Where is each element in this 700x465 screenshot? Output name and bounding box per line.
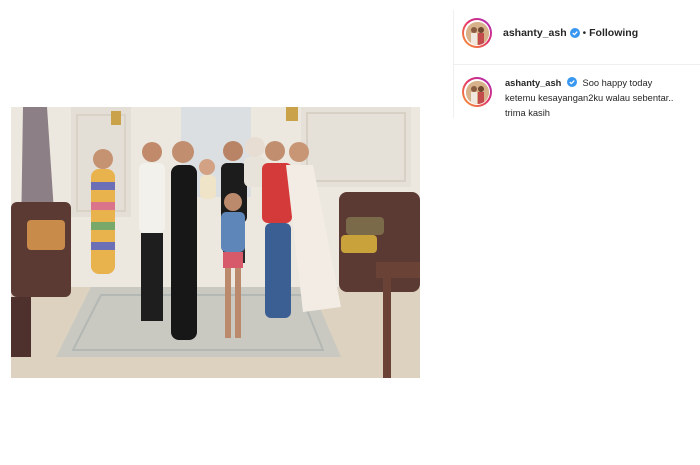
avatar-photo-icon xyxy=(465,21,489,45)
profile-avatar[interactable] xyxy=(462,18,492,48)
post-username[interactable]: ashanty_ash xyxy=(503,27,567,39)
caption-comment: ashanty_ash Soo happy today ketemu kesay… xyxy=(462,76,680,121)
following-button[interactable]: Following xyxy=(589,27,638,39)
verified-badge-icon xyxy=(566,77,577,87)
post-photo[interactable] xyxy=(11,107,420,378)
avatar-image xyxy=(465,21,489,45)
verified-badge-icon xyxy=(569,28,580,38)
header-separator: • xyxy=(582,27,587,39)
caption-text-block: ashanty_ash Soo happy today ketemu kesay… xyxy=(505,76,680,121)
group-photo-image xyxy=(11,107,420,378)
avatar-image xyxy=(465,80,489,104)
caption-avatar[interactable] xyxy=(462,77,492,107)
avatar-photo-icon xyxy=(465,80,489,104)
caption-username[interactable]: ashanty_ash xyxy=(505,78,561,88)
post-header: ashanty_ash • Following xyxy=(462,16,638,50)
header-divider xyxy=(454,64,700,65)
